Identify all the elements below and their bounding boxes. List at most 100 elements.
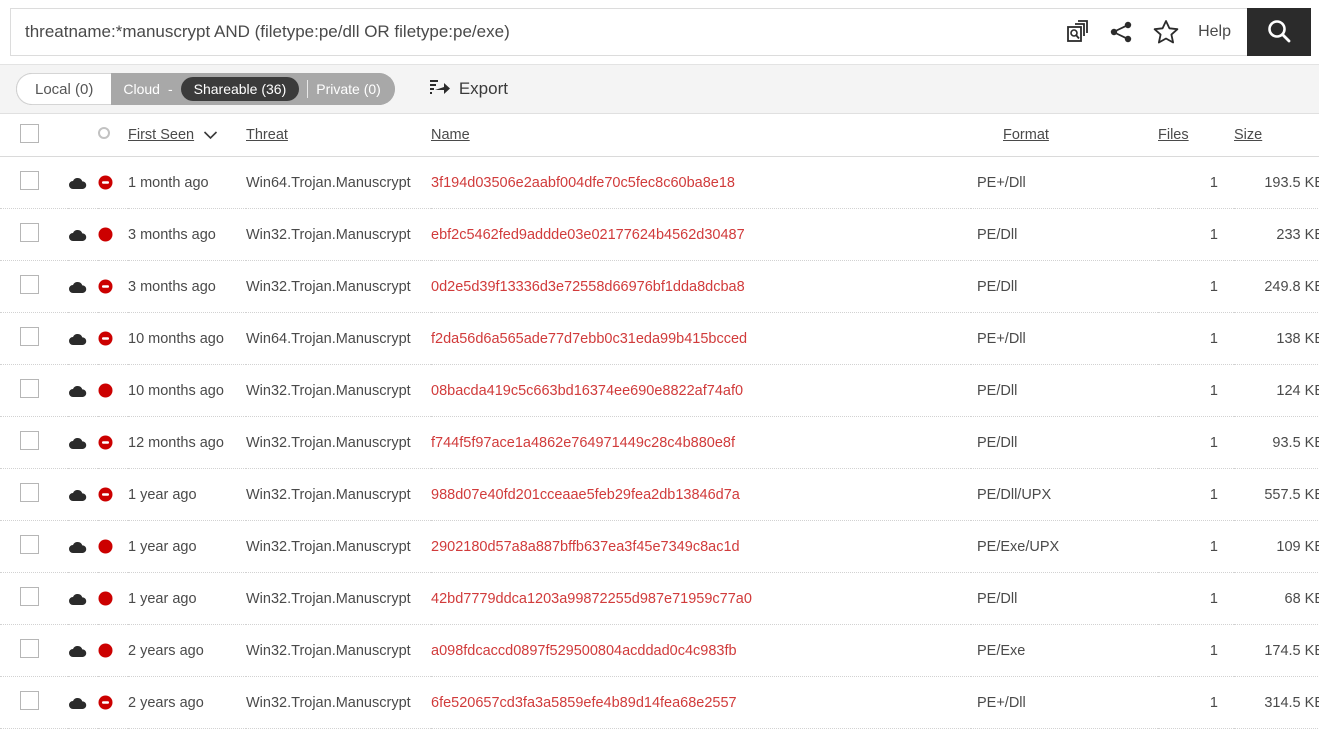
stacked-documents-search-icon[interactable] bbox=[1064, 19, 1090, 45]
help-link[interactable]: Help bbox=[1198, 23, 1231, 41]
header-source bbox=[68, 114, 98, 157]
row-checkbox[interactable] bbox=[20, 691, 39, 710]
table-row[interactable]: 1 year ago Win32.Trojan.Manuscrypt 988d07e… bbox=[0, 468, 1319, 521]
header-name-label[interactable]: Name bbox=[431, 127, 470, 143]
tab-local[interactable]: Local (0) bbox=[16, 73, 112, 105]
table-row[interactable]: 1 year ago Win32.Trojan.Manuscrypt 42bd777… bbox=[0, 572, 1319, 625]
row-checkbox[interactable] bbox=[20, 639, 39, 658]
star-icon[interactable] bbox=[1152, 18, 1180, 46]
chevron-down-icon[interactable] bbox=[203, 127, 218, 143]
row-format: PE/Exe/UPX bbox=[971, 520, 1158, 573]
header-name[interactable]: Name bbox=[431, 114, 971, 157]
row-checkbox[interactable] bbox=[20, 483, 39, 502]
tab-cloud[interactable]: Cloud bbox=[123, 81, 160, 97]
row-files: 1 bbox=[1158, 156, 1234, 209]
header-size[interactable]: Size bbox=[1234, 114, 1319, 157]
row-select-cell bbox=[0, 260, 68, 313]
header-format-label[interactable]: Format bbox=[1003, 127, 1049, 143]
row-size: 193.5 KB bbox=[1234, 156, 1319, 209]
header-format[interactable]: Format bbox=[971, 114, 1158, 157]
cloud-icon bbox=[69, 281, 87, 293]
row-name-cell: 988d07e40fd201cceaae5feb29fea2db13846d7a bbox=[431, 468, 971, 521]
row-checkbox[interactable] bbox=[20, 327, 39, 346]
header-threat-label[interactable]: Threat bbox=[246, 127, 288, 143]
row-source-cell bbox=[68, 260, 98, 313]
row-checkbox[interactable] bbox=[20, 171, 39, 190]
search-submit-button[interactable] bbox=[1247, 8, 1311, 56]
header-files-label[interactable]: Files bbox=[1158, 127, 1189, 143]
table-row[interactable]: 3 months ago Win32.Trojan.Manuscrypt ebf2c… bbox=[0, 208, 1319, 261]
table-row[interactable]: 1 year ago Win32.Trojan.Manuscrypt 2902180… bbox=[0, 520, 1319, 573]
row-files: 1 bbox=[1158, 364, 1234, 417]
row-checkbox[interactable] bbox=[20, 379, 39, 398]
row-checkbox[interactable] bbox=[20, 275, 39, 294]
row-name-link[interactable]: f744f5f97ace1a4862e764971449c28c4b880e8f bbox=[431, 435, 735, 451]
header-size-label[interactable]: Size bbox=[1234, 127, 1262, 143]
row-first-seen: 10 months ago bbox=[128, 364, 246, 417]
select-all-checkbox[interactable] bbox=[20, 123, 39, 143]
cloud-icon bbox=[69, 593, 87, 605]
row-status-cell bbox=[98, 156, 128, 209]
row-first-seen: 1 month ago bbox=[128, 156, 246, 209]
row-name-link[interactable]: 42bd7779ddca1203a99872255d987e71959c77a0 bbox=[431, 591, 752, 607]
row-files: 1 bbox=[1158, 208, 1234, 261]
row-name-link[interactable]: 988d07e40fd201cceaae5feb29fea2db13846d7a bbox=[431, 487, 740, 503]
row-checkbox[interactable] bbox=[20, 431, 39, 450]
status-malicious-icon bbox=[98, 591, 113, 606]
header-first-seen[interactable]: First Seen bbox=[128, 114, 246, 157]
row-threat: Win32.Trojan.Manuscrypt bbox=[246, 624, 431, 677]
row-name-link[interactable]: 0d2e5d39f13336d3e72558d66976bf1dda8dcba8 bbox=[431, 279, 745, 295]
header-files[interactable]: Files bbox=[1158, 114, 1234, 157]
row-name-link[interactable]: ebf2c5462fed9addde03e02177624b4562d30487 bbox=[431, 227, 745, 243]
row-checkbox[interactable] bbox=[20, 587, 39, 606]
row-size: 109 KB bbox=[1234, 520, 1319, 573]
row-name-link[interactable]: 08bacda419c5c663bd16374ee690e8822af74af0 bbox=[431, 383, 743, 399]
status-blocked-icon bbox=[98, 279, 113, 294]
row-name-cell: 3f194d03506e2aabf004dfe70c5fec8c60ba8e18 bbox=[431, 156, 971, 209]
table-row[interactable]: 3 months ago Win32.Trojan.Manuscrypt 0d2e5… bbox=[0, 260, 1319, 313]
row-name-link[interactable]: 6fe520657cd3fa3a5859efe4b89d14fea68e2557 bbox=[431, 695, 737, 711]
header-threat[interactable]: Threat bbox=[246, 114, 431, 157]
table-row[interactable]: 2 years ago Win32.Trojan.Manuscrypt a098fd… bbox=[0, 624, 1319, 677]
table-row[interactable]: 2 years ago Win32.Trojan.Manuscrypt 6fe520… bbox=[0, 676, 1319, 729]
status-malicious-icon bbox=[98, 227, 113, 242]
row-format: PE/Dll bbox=[971, 260, 1158, 313]
tab-private[interactable]: Private (0) bbox=[316, 81, 381, 97]
table-row[interactable]: 10 months ago Win64.Trojan.Manuscrypt f2da… bbox=[0, 312, 1319, 365]
row-format: PE/Dll/UPX bbox=[971, 468, 1158, 521]
cloud-icon bbox=[69, 385, 87, 397]
cloud-icon bbox=[69, 697, 87, 709]
row-name-cell: 6fe520657cd3fa3a5859efe4b89d14fea68e2557 bbox=[431, 676, 971, 729]
row-status-cell bbox=[98, 208, 128, 261]
row-name-link[interactable]: f2da56d6a565ade77d7ebb0c31eda99b415bcced bbox=[431, 331, 747, 347]
row-format: PE/Dll bbox=[971, 572, 1158, 625]
row-checkbox[interactable] bbox=[20, 223, 39, 242]
row-first-seen: 3 months ago bbox=[128, 208, 246, 261]
row-checkbox[interactable] bbox=[20, 535, 39, 554]
row-threat: Win32.Trojan.Manuscrypt bbox=[246, 676, 431, 729]
row-name-cell: f2da56d6a565ade77d7ebb0c31eda99b415bcced bbox=[431, 312, 971, 365]
row-threat: Win32.Trojan.Manuscrypt bbox=[246, 572, 431, 625]
row-threat: Win32.Trojan.Manuscrypt bbox=[246, 520, 431, 573]
row-files: 1 bbox=[1158, 520, 1234, 573]
row-status-cell bbox=[98, 260, 128, 313]
status-circle-icon[interactable] bbox=[98, 127, 110, 139]
table-row[interactable]: 12 months ago Win32.Trojan.Manuscrypt f744… bbox=[0, 416, 1319, 469]
row-source-cell bbox=[68, 520, 98, 573]
export-button[interactable]: Export bbox=[429, 77, 508, 102]
row-threat: Win32.Trojan.Manuscrypt bbox=[246, 416, 431, 469]
table-row[interactable]: 1 month ago Win64.Trojan.Manuscrypt 3f194d… bbox=[0, 156, 1319, 209]
row-size: 174.5 KB bbox=[1234, 624, 1319, 677]
row-name-link[interactable]: a098fdcaccd0897f529500804acddad0c4c983fb bbox=[431, 643, 737, 659]
row-first-seen: 2 years ago bbox=[128, 676, 246, 729]
search-input[interactable] bbox=[11, 22, 1055, 42]
row-name-link[interactable]: 2902180d57a8a887bffb637ea3f45e7349c8ac1d bbox=[431, 539, 740, 555]
table-row[interactable]: 10 months ago Win32.Trojan.Manuscrypt 08ba… bbox=[0, 364, 1319, 417]
row-select-cell bbox=[0, 676, 68, 729]
status-blocked-icon bbox=[98, 695, 113, 710]
tab-shareable[interactable]: Shareable (36) bbox=[180, 77, 300, 101]
header-first-seen-label[interactable]: First Seen bbox=[128, 127, 194, 143]
cloud-icon bbox=[69, 333, 87, 345]
row-name-link[interactable]: 3f194d03506e2aabf004dfe70c5fec8c60ba8e18 bbox=[431, 175, 735, 191]
share-icon[interactable] bbox=[1108, 19, 1134, 45]
